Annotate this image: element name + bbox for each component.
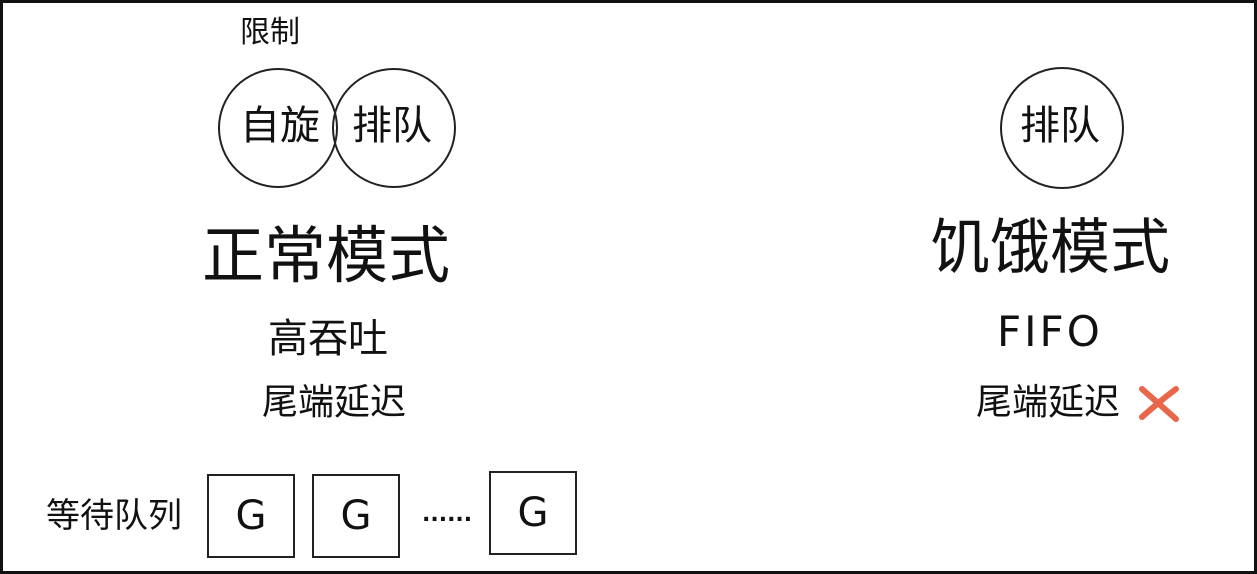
starvation-mode-con: 尾端延迟 — [976, 382, 1121, 423]
queue-item: G — [489, 471, 577, 555]
spin-circle-label: 自旋 — [240, 103, 320, 149]
queue-circle-label: 排队 — [352, 103, 432, 149]
starvation-mode-subtitle: FIFO — [997, 307, 1103, 356]
queue-ellipsis: ...... — [422, 502, 473, 527]
queue-item: G — [312, 474, 400, 558]
waiting-queue-label: 等待队列 — [46, 496, 182, 536]
starvation-circle-label: 排队 — [1020, 103, 1100, 149]
starvation-mode-title: 饥饿模式 — [930, 213, 1170, 283]
normal-mode-title: 正常模式 — [202, 219, 451, 292]
normal-mode-pro: 高吞吐 — [268, 316, 388, 362]
cross-icon — [1139, 386, 1179, 422]
queue-item: G — [207, 474, 295, 558]
limit-label: 限制 — [240, 15, 300, 50]
normal-mode-con: 尾端延迟 — [262, 382, 407, 423]
